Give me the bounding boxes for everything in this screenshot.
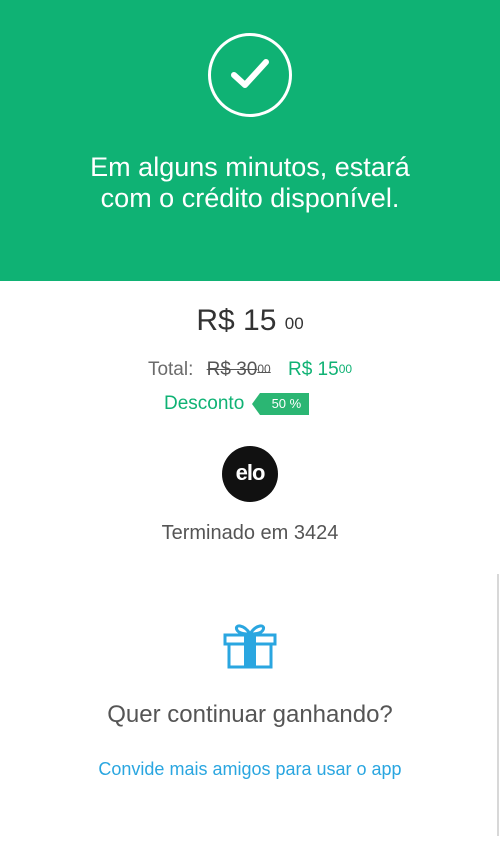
gift-icon — [223, 623, 277, 674]
recharge-amount: R$ 15 00 — [0, 303, 500, 339]
discount-line: Desconto 50 % — [164, 392, 310, 416]
success-banner: Em alguns minutos, estará com o crédito … — [0, 0, 500, 281]
discounted-price-cents: 00 — [338, 362, 353, 376]
check-circle-icon — [208, 33, 292, 117]
discount-badge: 50 % — [251, 393, 310, 415]
discounted-price-value: R$ 15 — [287, 359, 339, 380]
success-message-line2: com o crédito disponível. — [100, 183, 400, 213]
discounted-price: R$ 1500 — [288, 359, 352, 380]
discount-label: Desconto — [164, 393, 245, 414]
success-message-line1: Em alguns minutos, estará — [90, 152, 410, 182]
amount-cents: 00 — [284, 314, 304, 333]
original-price-cents: 00 — [257, 362, 271, 376]
card-ending: Terminado em 3424 — [161, 522, 339, 544]
card-brand-text: elo — [235, 460, 266, 485]
success-message: Em alguns minutos, estará com o crédito … — [0, 152, 500, 214]
elo-card-icon: elo — [222, 446, 278, 502]
total-line: Total: R$ 3000 R$ 1500 — [0, 358, 500, 382]
invite-friends-link[interactable]: Convide mais amigos para usar o app — [0, 757, 500, 781]
referral-question: Quer continuar ganhando? — [107, 701, 393, 728]
original-price-value: R$ 30 — [206, 359, 258, 380]
original-price: R$ 3000 — [207, 359, 271, 380]
total-label: Total: — [147, 359, 194, 380]
amount-value: R$ 15 — [196, 304, 277, 337]
